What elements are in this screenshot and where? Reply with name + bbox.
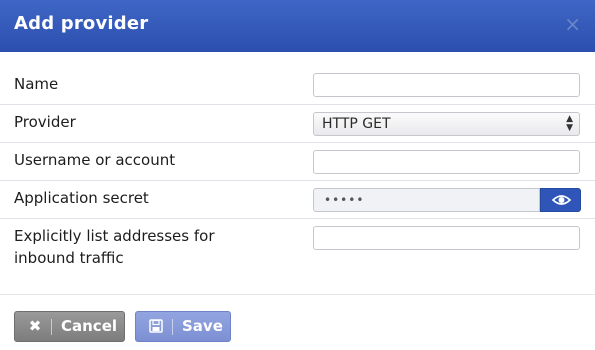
show-secret-button[interactable] xyxy=(540,188,581,212)
secret-masked-value: ••••• xyxy=(324,193,365,207)
form-row-provider: Provider HTTP GET ▲ ▼ xyxy=(0,104,595,143)
name-field[interactable] xyxy=(313,73,580,97)
provider-select[interactable]: HTTP GET ▲ ▼ xyxy=(313,112,580,136)
dialog-header: Add provider × xyxy=(0,0,595,52)
cancel-button[interactable]: ✖ Cancel xyxy=(14,311,125,342)
provider-label: Provider xyxy=(14,113,76,131)
form-row-username: Username or account xyxy=(0,142,595,181)
cancel-label: Cancel xyxy=(61,317,118,335)
secret-label: Application secret xyxy=(14,189,149,207)
addresses-field[interactable] xyxy=(313,226,580,250)
provider-selected-value: HTTP GET xyxy=(322,116,391,132)
close-icon[interactable]: × xyxy=(564,14,581,34)
username-field[interactable] xyxy=(313,150,580,174)
save-button[interactable]: Save xyxy=(135,311,231,342)
floppy-disk-icon xyxy=(148,312,164,341)
save-label: Save xyxy=(182,317,223,335)
button-separator xyxy=(172,319,173,335)
name-label: Name xyxy=(14,75,59,93)
form-row-addresses: Explicitly list addresses for inbound tr… xyxy=(0,218,595,279)
form-row-secret: Application secret ••••• xyxy=(0,180,595,219)
secret-field[interactable]: ••••• xyxy=(313,188,540,212)
form-row-name: Name xyxy=(0,66,595,104)
select-arrows-icon: ▲ ▼ xyxy=(566,114,573,133)
x-icon: ✖ xyxy=(28,317,42,335)
footer-divider xyxy=(0,294,595,295)
button-separator xyxy=(51,319,52,335)
addresses-label: Explicitly list addresses for inbound tr… xyxy=(14,227,215,267)
eye-icon xyxy=(551,195,572,205)
dialog-title: Add provider xyxy=(14,13,149,34)
username-label: Username or account xyxy=(14,151,176,169)
